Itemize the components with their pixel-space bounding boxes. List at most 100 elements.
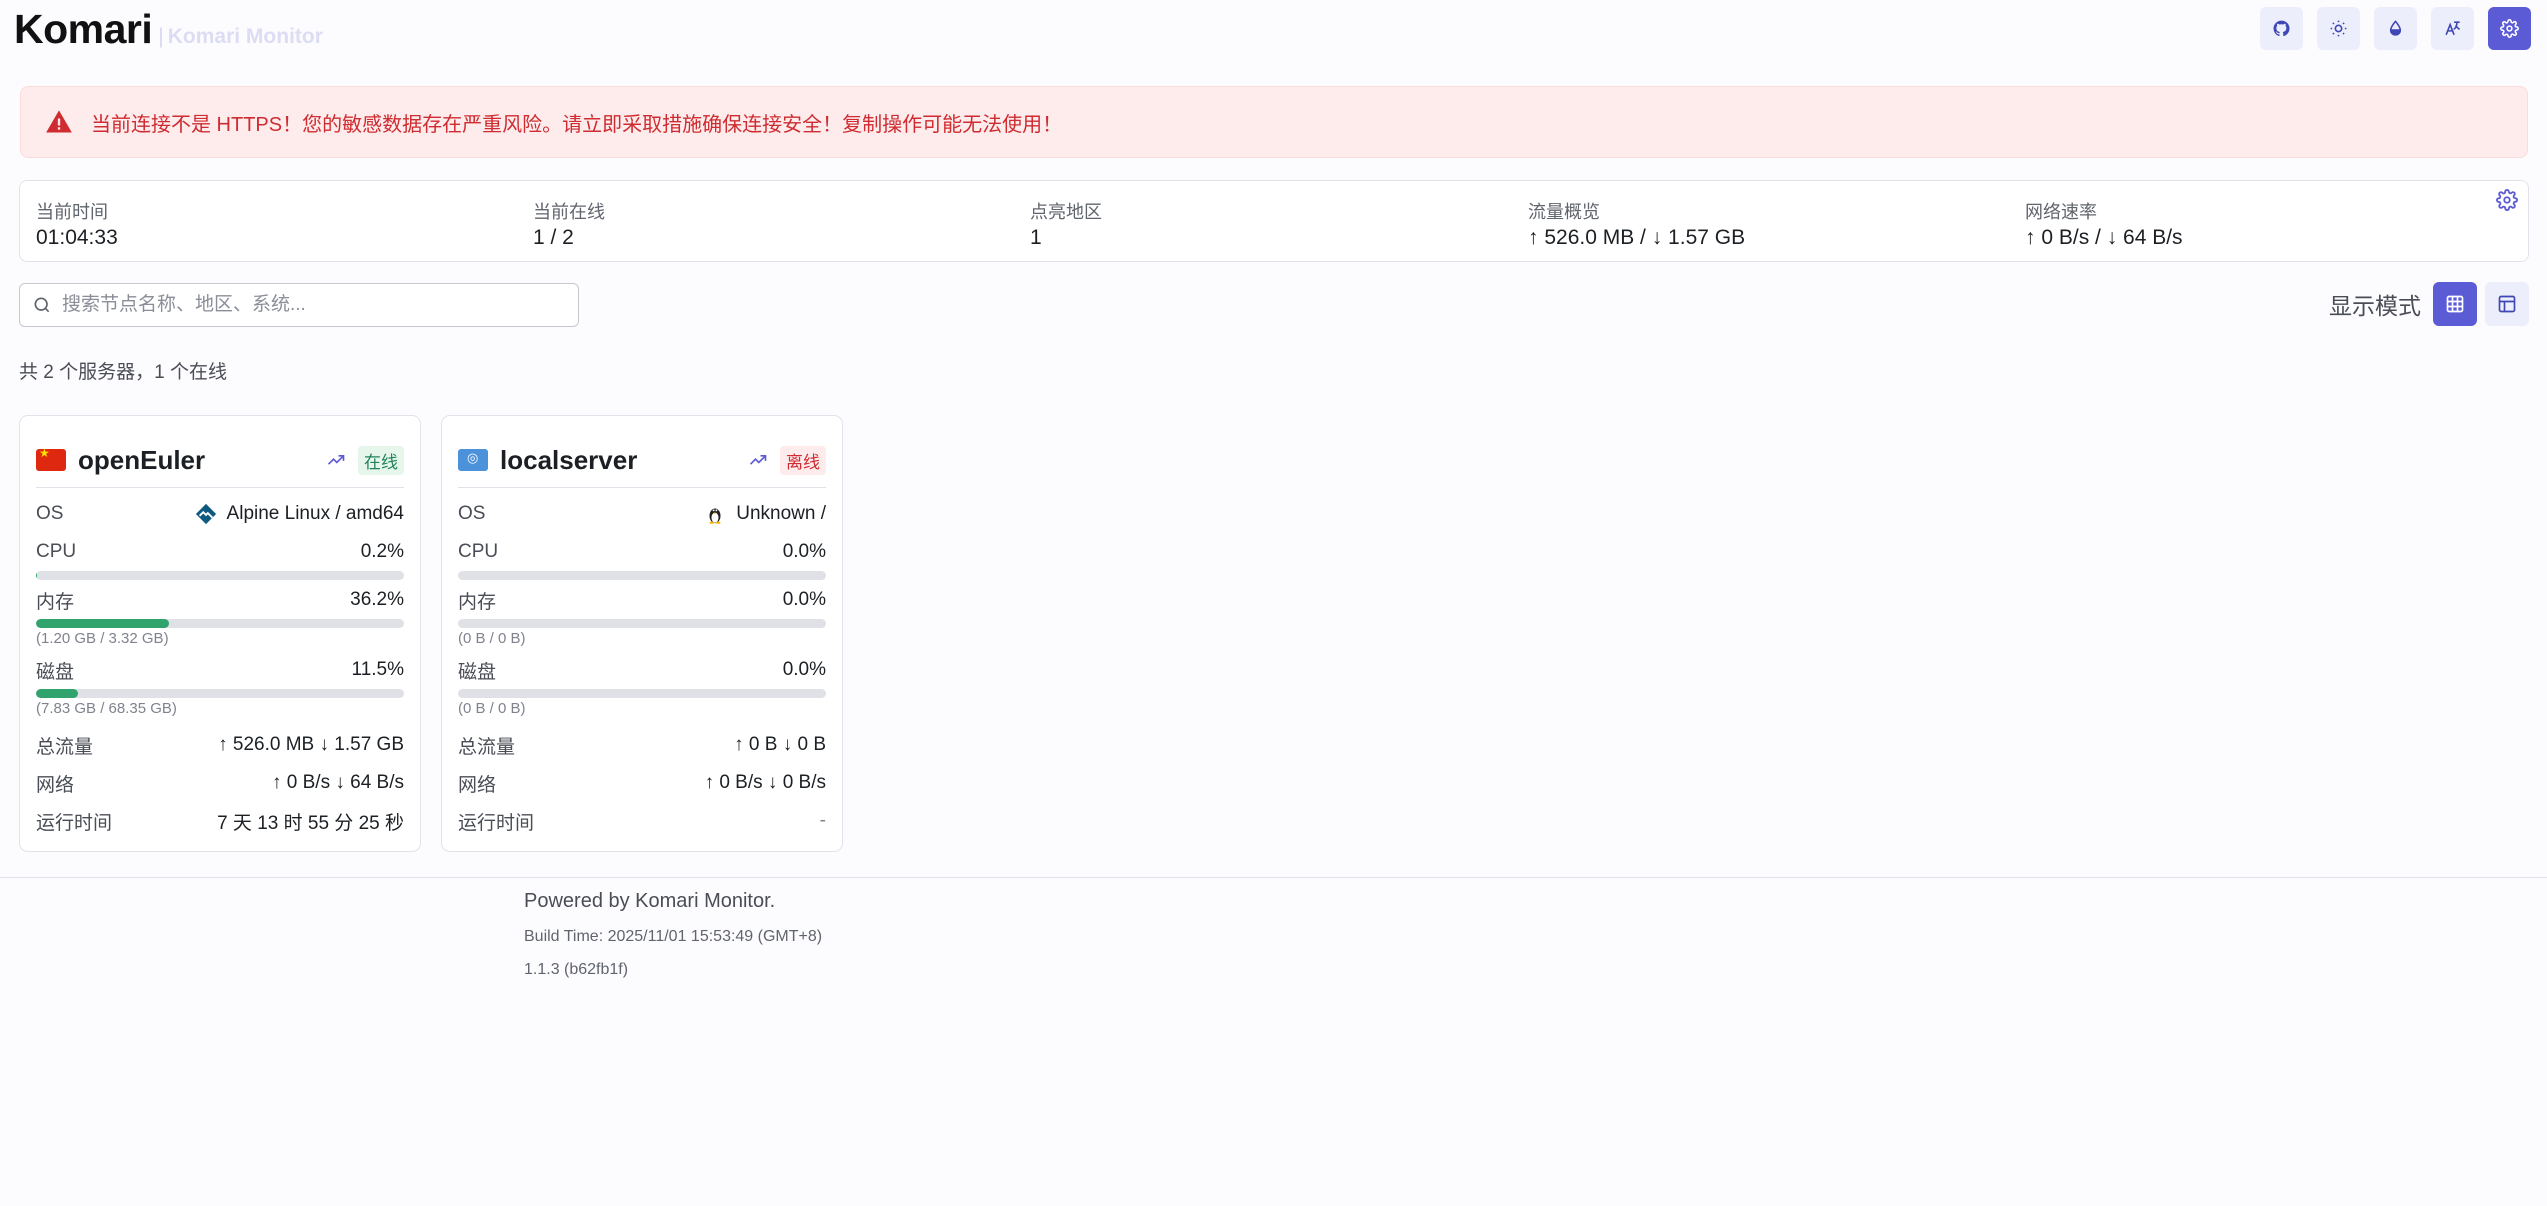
grid-view-button[interactable] <box>2433 282 2477 326</box>
stat-label: 流量概览 <box>1528 202 1600 222</box>
uptime-value: - <box>819 810 826 831</box>
stat-label: 当前在线 <box>533 202 605 222</box>
stat-regions: 点亮地区 1 <box>1030 198 1102 250</box>
disk-label: 磁盘 <box>36 661 75 683</box>
stats-settings-icon[interactable] <box>2496 189 2518 211</box>
cpu-bar <box>458 571 826 580</box>
brand-title[interactable]: Komari <box>14 6 153 53</box>
brand-subtitle: Komari Monitor <box>167 25 323 48</box>
os-value: Alpine Linux / amd64 <box>195 503 404 525</box>
server-count-summary: 共 2 个服务器，1 个在线 <box>19 362 227 383</box>
footer-version: 1.1.3 (b62fb1f) <box>524 961 629 978</box>
table-icon <box>2498 295 2516 313</box>
header: Komari | Komari Monitor <box>14 6 323 56</box>
disk-detail: (0 B / 0 B) <box>458 700 526 717</box>
page: Komari | Komari Monitor 当前连接不是 HTTPS！您的敏… <box>0 0 2547 1206</box>
disk-row: 磁盘 0.0% <box>458 657 826 683</box>
traffic-label: 总流量 <box>458 736 516 758</box>
stat-current-time: 当前时间 01:04:33 <box>36 198 118 250</box>
divider <box>36 487 404 488</box>
translate-icon <box>2445 21 2461 36</box>
stat-value: 1 <box>1030 226 1042 249</box>
network-value: ↑ 0 B/s ↓ 0 B/s <box>704 772 826 793</box>
stat-value: 01:04:33 <box>36 226 118 249</box>
stat-traffic: 流量概览 ↑ 526.0 MB / ↓ 1.57 GB <box>1528 198 1745 250</box>
traffic-label: 总流量 <box>36 736 94 758</box>
display-mode: 显示模式 <box>2329 282 2529 326</box>
footer-powered-by[interactable]: Powered by Komari Monitor. <box>524 890 775 913</box>
cpu-label: CPU <box>36 541 77 562</box>
gear-icon <box>2500 19 2519 38</box>
traffic-row: 总流量 ↑ 526.0 MB ↓ 1.57 GB <box>36 732 404 758</box>
memory-label: 内存 <box>458 591 497 613</box>
cpu-value: 0.2% <box>360 541 404 562</box>
color-button[interactable] <box>2374 7 2417 50</box>
server-name[interactable]: openEuler <box>78 445 326 476</box>
os-value: Unknown / <box>704 503 826 525</box>
server-card[interactable]: localserver 离线 OS Unknown / CPU 0.0% 内存 … <box>441 415 843 852</box>
os-label: OS <box>458 503 486 524</box>
memory-detail: (1.20 GB / 3.32 GB) <box>36 630 169 647</box>
cpu-label: CPU <box>458 541 499 562</box>
trend-icon[interactable] <box>326 450 346 470</box>
cpu-row: CPU 0.2% <box>36 539 404 565</box>
cpu-bar <box>36 571 404 580</box>
stat-label: 点亮地区 <box>1030 202 1102 222</box>
cpu-row: CPU 0.0% <box>458 539 826 565</box>
disk-value: 0.0% <box>782 659 826 680</box>
network-label: 网络 <box>36 774 75 796</box>
stat-label: 当前时间 <box>36 202 108 222</box>
alert-text: 当前连接不是 HTTPS！您的敏感数据存在严重风险。请立即采取措施确保连接安全！… <box>91 113 1063 136</box>
network-value: ↑ 0 B/s ↓ 64 B/s <box>272 772 404 793</box>
os-name: Alpine Linux / amd64 <box>226 503 404 524</box>
search-input[interactable] <box>62 294 542 316</box>
table-view-button[interactable] <box>2485 282 2529 326</box>
trend-icon[interactable] <box>748 450 768 470</box>
cpu-bar-fill <box>36 571 37 580</box>
china-flag-icon <box>36 446 66 471</box>
search-box[interactable] <box>19 283 579 327</box>
card-header: openEuler 在线 <box>36 440 404 480</box>
cpu-value: 0.0% <box>782 541 826 562</box>
disk-row: 磁盘 11.5% <box>36 657 404 683</box>
uptime-label: 运行时间 <box>458 812 535 834</box>
divider <box>458 487 826 488</box>
disk-bar <box>36 689 404 698</box>
traffic-value: ↑ 526.0 MB ↓ 1.57 GB <box>218 734 404 755</box>
display-mode-label: 显示模式 <box>2329 293 2421 319</box>
network-row: 网络 ↑ 0 B/s ↓ 0 B/s <box>458 770 826 796</box>
os-label: OS <box>36 503 64 524</box>
disk-label: 磁盘 <box>458 661 497 683</box>
os-row: OS Unknown / <box>458 501 826 527</box>
search-icon <box>34 297 50 313</box>
github-button[interactable] <box>2260 7 2303 50</box>
stat-speed: 网络速率 ↑ 0 B/s / ↓ 64 B/s <box>2025 198 2183 250</box>
uptime-row: 运行时间 7 天 13 时 55 分 25 秒 <box>36 808 404 834</box>
server-name[interactable]: localserver <box>500 445 748 476</box>
disk-bar-fill <box>36 689 79 698</box>
memory-row: 内存 36.2% <box>36 587 404 613</box>
disk-detail: (7.83 GB / 68.35 GB) <box>36 700 177 717</box>
stats-panel: 当前时间 01:04:33 当前在线 1 / 2 点亮地区 1 流量概览 ↑ 5… <box>19 180 2529 262</box>
uptime-row: 运行时间 - <box>458 808 826 834</box>
footer-build-time: Build Time: 2025/11/01 15:53:49 (GMT+8) <box>524 928 823 945</box>
memory-value: 36.2% <box>350 589 404 610</box>
stat-online: 当前在线 1 / 2 <box>533 198 605 250</box>
server-card[interactable]: openEuler 在线 OS Alpine Linux / amd64 CPU… <box>19 415 421 852</box>
theme-toggle-button[interactable] <box>2317 7 2360 50</box>
grid-icon <box>2446 295 2464 313</box>
stat-value: 1 / 2 <box>533 226 574 249</box>
memory-detail: (0 B / 0 B) <box>458 630 526 647</box>
network-label: 网络 <box>458 774 497 796</box>
stat-label: 网络速率 <box>2025 202 2097 222</box>
disk-bar <box>458 689 826 698</box>
memory-bar-fill <box>36 619 170 628</box>
os-name: Unknown / <box>736 503 826 524</box>
language-button[interactable] <box>2431 7 2474 50</box>
toolbar <box>2260 7 2531 50</box>
memory-row: 内存 0.0% <box>458 587 826 613</box>
uptime-label: 运行时间 <box>36 812 113 834</box>
card-header: localserver 离线 <box>458 440 826 480</box>
stat-value: ↑ 526.0 MB / ↓ 1.57 GB <box>1528 226 1746 249</box>
settings-button[interactable] <box>2488 7 2531 50</box>
